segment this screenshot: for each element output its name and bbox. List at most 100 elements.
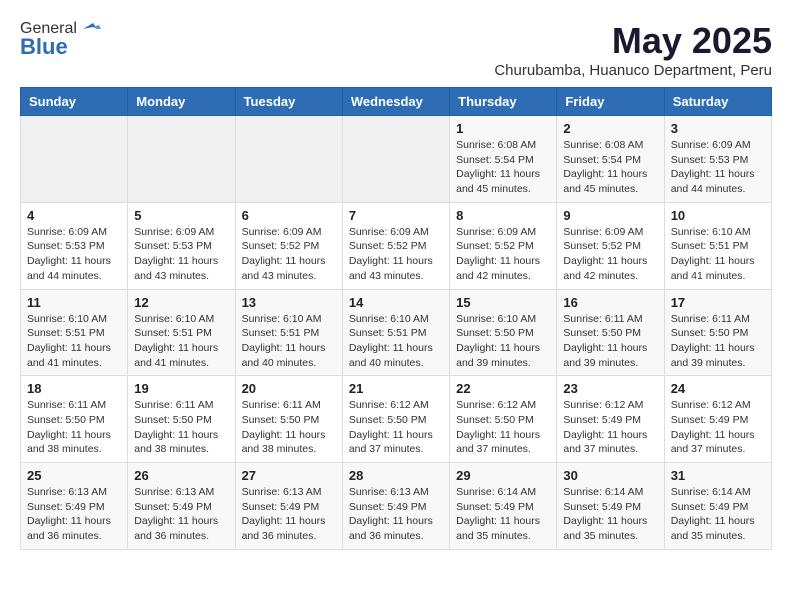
- day-info: Sunrise: 6:11 AM Sunset: 5:50 PM Dayligh…: [134, 398, 228, 457]
- day-info: Sunrise: 6:11 AM Sunset: 5:50 PM Dayligh…: [563, 312, 657, 371]
- day-info: Sunrise: 6:14 AM Sunset: 5:49 PM Dayligh…: [671, 485, 765, 544]
- day-info: Sunrise: 6:12 AM Sunset: 5:50 PM Dayligh…: [349, 398, 443, 457]
- day-number: 17: [671, 295, 765, 310]
- day-info: Sunrise: 6:09 AM Sunset: 5:53 PM Dayligh…: [134, 225, 228, 284]
- day-info: Sunrise: 6:09 AM Sunset: 5:52 PM Dayligh…: [242, 225, 336, 284]
- day-info: Sunrise: 6:08 AM Sunset: 5:54 PM Dayligh…: [456, 138, 550, 197]
- calendar-day-5: 5 Sunrise: 6:09 AM Sunset: 5:53 PM Daylig…: [128, 202, 235, 289]
- calendar-week-5: 25 Sunrise: 6:13 AM Sunset: 5:49 PM Dayli…: [21, 463, 772, 550]
- day-number: 22: [456, 381, 550, 396]
- day-number: 29: [456, 468, 550, 483]
- day-info: Sunrise: 6:11 AM Sunset: 5:50 PM Dayligh…: [242, 398, 336, 457]
- day-info: Sunrise: 6:10 AM Sunset: 5:50 PM Dayligh…: [456, 312, 550, 371]
- calendar-day-9: 9 Sunrise: 6:09 AM Sunset: 5:52 PM Daylig…: [557, 202, 664, 289]
- calendar-day-14: 14 Sunrise: 6:10 AM Sunset: 5:51 PM Dayli…: [342, 289, 449, 376]
- day-number: 5: [134, 208, 228, 223]
- day-info: Sunrise: 6:09 AM Sunset: 5:53 PM Dayligh…: [27, 225, 121, 284]
- day-number: 14: [349, 295, 443, 310]
- header: General Blue May 2025 Churubamba, Huanuc…: [20, 20, 772, 79]
- day-header-tuesday: Tuesday: [235, 88, 342, 116]
- calendar-table: SundayMondayTuesdayWednesdayThursdayFrid…: [20, 87, 772, 550]
- calendar-day-15: 15 Sunrise: 6:10 AM Sunset: 5:50 PM Dayli…: [450, 289, 557, 376]
- title-area: May 2025 Churubamba, Huanuco Department,…: [494, 20, 772, 79]
- logo-bird-icon: [79, 21, 101, 37]
- calendar-empty: [21, 116, 128, 203]
- day-header-saturday: Saturday: [664, 88, 771, 116]
- day-info: Sunrise: 6:11 AM Sunset: 5:50 PM Dayligh…: [27, 398, 121, 457]
- day-number: 31: [671, 468, 765, 483]
- day-info: Sunrise: 6:09 AM Sunset: 5:52 PM Dayligh…: [456, 225, 550, 284]
- day-info: Sunrise: 6:13 AM Sunset: 5:49 PM Dayligh…: [27, 485, 121, 544]
- day-info: Sunrise: 6:08 AM Sunset: 5:54 PM Dayligh…: [563, 138, 657, 197]
- day-number: 2: [563, 121, 657, 136]
- calendar-day-2: 2 Sunrise: 6:08 AM Sunset: 5:54 PM Daylig…: [557, 116, 664, 203]
- day-number: 10: [671, 208, 765, 223]
- calendar-day-20: 20Sunrise: 6:11 AM Sunset: 5:50 PM Dayli…: [235, 376, 342, 463]
- calendar-day-11: 11 Sunrise: 6:10 AM Sunset: 5:51 PM Dayli…: [21, 289, 128, 376]
- day-number: 12: [134, 295, 228, 310]
- calendar-day-3: 3Sunrise: 6:09 AM Sunset: 5:53 PM Daylig…: [664, 116, 771, 203]
- calendar-day-31: 31 Sunrise: 6:14 AM Sunset: 5:49 PM Dayli…: [664, 463, 771, 550]
- calendar-day-6: 6 Sunrise: 6:09 AM Sunset: 5:52 PM Daylig…: [235, 202, 342, 289]
- day-info: Sunrise: 6:14 AM Sunset: 5:49 PM Dayligh…: [563, 485, 657, 544]
- day-number: 4: [27, 208, 121, 223]
- calendar-day-4: 4 Sunrise: 6:09 AM Sunset: 5:53 PM Daylig…: [21, 202, 128, 289]
- day-number: 11: [27, 295, 121, 310]
- day-number: 6: [242, 208, 336, 223]
- day-info: Sunrise: 6:10 AM Sunset: 5:51 PM Dayligh…: [349, 312, 443, 371]
- day-info: Sunrise: 6:10 AM Sunset: 5:51 PM Dayligh…: [27, 312, 121, 371]
- day-info: Sunrise: 6:09 AM Sunset: 5:52 PM Dayligh…: [349, 225, 443, 284]
- day-number: 28: [349, 468, 443, 483]
- calendar-day-24: 24 Sunrise: 6:12 AM Sunset: 5:49 PM Dayli…: [664, 376, 771, 463]
- day-header-wednesday: Wednesday: [342, 88, 449, 116]
- calendar-header-row: SundayMondayTuesdayWednesdayThursdayFrid…: [21, 88, 772, 116]
- day-info: Sunrise: 6:09 AM Sunset: 5:53 PM Dayligh…: [671, 138, 765, 197]
- day-header-friday: Friday: [557, 88, 664, 116]
- day-info: Sunrise: 6:09 AM Sunset: 5:52 PM Dayligh…: [563, 225, 657, 284]
- day-header-thursday: Thursday: [450, 88, 557, 116]
- day-info: Sunrise: 6:11 AM Sunset: 5:50 PM Dayligh…: [671, 312, 765, 371]
- day-number: 24: [671, 381, 765, 396]
- logo-blue-text: Blue: [20, 34, 68, 60]
- day-info: Sunrise: 6:13 AM Sunset: 5:49 PM Dayligh…: [134, 485, 228, 544]
- calendar-week-2: 4 Sunrise: 6:09 AM Sunset: 5:53 PM Daylig…: [21, 202, 772, 289]
- calendar-day-17: 17 Sunrise: 6:11 AM Sunset: 5:50 PM Dayli…: [664, 289, 771, 376]
- day-info: Sunrise: 6:13 AM Sunset: 5:49 PM Dayligh…: [349, 485, 443, 544]
- day-info: Sunrise: 6:12 AM Sunset: 5:50 PM Dayligh…: [456, 398, 550, 457]
- day-number: 25: [27, 468, 121, 483]
- calendar-day-7: 7 Sunrise: 6:09 AM Sunset: 5:52 PM Daylig…: [342, 202, 449, 289]
- calendar-day-27: 27Sunrise: 6:13 AM Sunset: 5:49 PM Dayli…: [235, 463, 342, 550]
- day-number: 7: [349, 208, 443, 223]
- calendar-empty: [342, 116, 449, 203]
- day-number: 19: [134, 381, 228, 396]
- calendar-week-3: 11 Sunrise: 6:10 AM Sunset: 5:51 PM Dayli…: [21, 289, 772, 376]
- day-number: 9: [563, 208, 657, 223]
- day-number: 18: [27, 381, 121, 396]
- day-number: 23: [563, 381, 657, 396]
- day-info: Sunrise: 6:10 AM Sunset: 5:51 PM Dayligh…: [242, 312, 336, 371]
- calendar-day-1: 1Sunrise: 6:08 AM Sunset: 5:54 PM Daylig…: [450, 116, 557, 203]
- calendar-day-12: 12 Sunrise: 6:10 AM Sunset: 5:51 PM Dayli…: [128, 289, 235, 376]
- calendar-day-22: 22 Sunrise: 6:12 AM Sunset: 5:50 PM Dayli…: [450, 376, 557, 463]
- day-number: 27: [242, 468, 336, 483]
- day-header-monday: Monday: [128, 88, 235, 116]
- calendar-day-23: 23Sunrise: 6:12 AM Sunset: 5:49 PM Dayli…: [557, 376, 664, 463]
- day-info: Sunrise: 6:14 AM Sunset: 5:49 PM Dayligh…: [456, 485, 550, 544]
- day-header-sunday: Sunday: [21, 88, 128, 116]
- day-number: 30: [563, 468, 657, 483]
- calendar-day-29: 29 Sunrise: 6:14 AM Sunset: 5:49 PM Dayli…: [450, 463, 557, 550]
- calendar-day-19: 19 Sunrise: 6:11 AM Sunset: 5:50 PM Dayli…: [128, 376, 235, 463]
- day-number: 13: [242, 295, 336, 310]
- calendar-empty: [235, 116, 342, 203]
- calendar-day-13: 13 Sunrise: 6:10 AM Sunset: 5:51 PM Dayli…: [235, 289, 342, 376]
- day-number: 15: [456, 295, 550, 310]
- calendar-week-4: 18 Sunrise: 6:11 AM Sunset: 5:50 PM Dayli…: [21, 376, 772, 463]
- day-number: 16: [563, 295, 657, 310]
- day-number: 21: [349, 381, 443, 396]
- calendar-day-30: 30 Sunrise: 6:14 AM Sunset: 5:49 PM Dayli…: [557, 463, 664, 550]
- day-info: Sunrise: 6:10 AM Sunset: 5:51 PM Dayligh…: [134, 312, 228, 371]
- calendar-day-25: 25 Sunrise: 6:13 AM Sunset: 5:49 PM Dayli…: [21, 463, 128, 550]
- logo: General Blue: [20, 20, 101, 60]
- calendar-day-21: 21 Sunrise: 6:12 AM Sunset: 5:50 PM Dayli…: [342, 376, 449, 463]
- day-info: Sunrise: 6:12 AM Sunset: 5:49 PM Dayligh…: [671, 398, 765, 457]
